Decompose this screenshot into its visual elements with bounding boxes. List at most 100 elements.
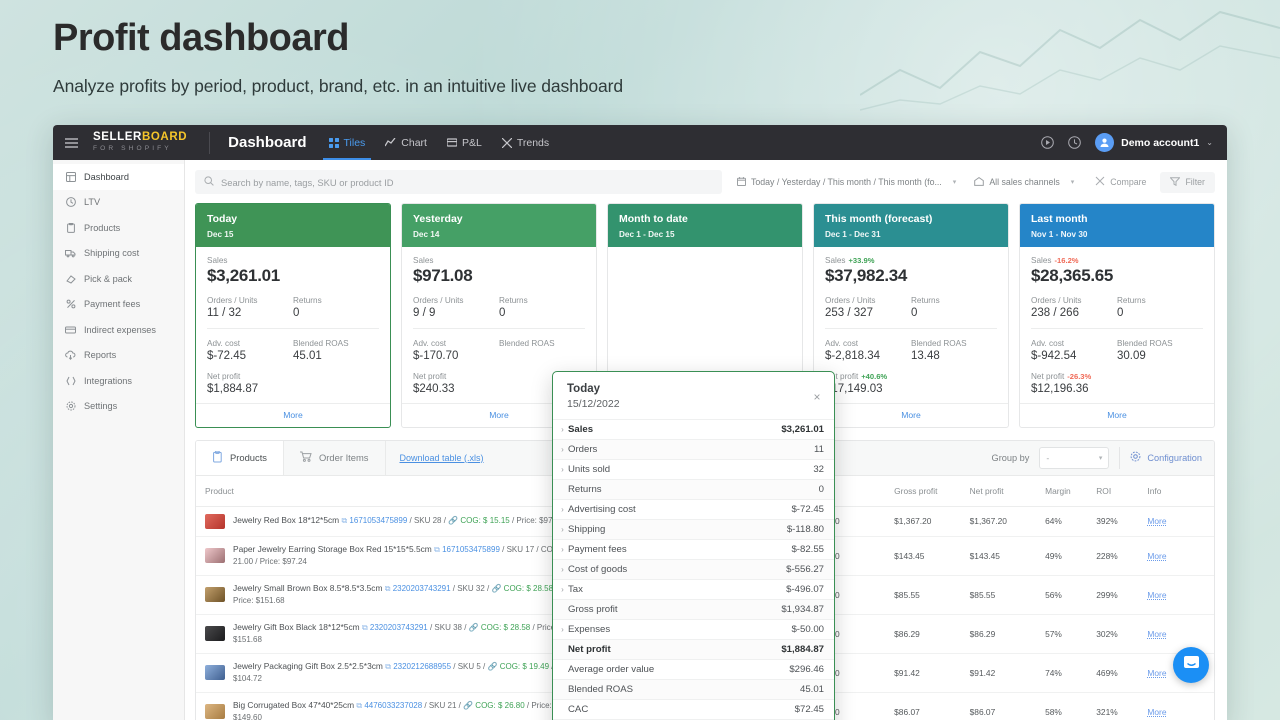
kpi-tile-last-month[interactable]: Last month Nov 1 - Nov 30 Sales-16.2% $2… <box>1019 203 1215 428</box>
popup-row-cost-of-goods[interactable]: › Cost of goods $-556.27 <box>553 559 834 579</box>
tab-trends-label: Trends <box>517 137 549 149</box>
panel-tab-products[interactable]: Products <box>196 441 284 475</box>
product-price: Price: $97.24 <box>260 557 307 566</box>
truck-icon <box>65 248 76 259</box>
brand-logo[interactable]: SELLERBOARD FOR SHOPIFY <box>89 132 209 152</box>
popup-row-label: Sales <box>568 424 781 435</box>
play-circle-icon[interactable] <box>1041 136 1054 149</box>
popup-row-blended-roas: Blended ROAS 45.01 <box>553 679 834 699</box>
expand-chevron-icon[interactable]: › <box>557 525 568 534</box>
popup-row-sales[interactable]: › Sales $3,261.01 <box>553 419 834 439</box>
tile-more-link[interactable]: More <box>196 403 390 427</box>
row-more-link[interactable]: More <box>1147 551 1166 561</box>
tab-tiles[interactable]: Tiles <box>327 125 368 160</box>
account-menu[interactable]: Demo account1 ⌄ <box>1095 133 1213 152</box>
copy-icon[interactable]: ⧉ <box>362 623 368 632</box>
chevron-down-icon: ▾ <box>1099 454 1103 462</box>
popup-row-expenses[interactable]: › Expenses $-50.00 <box>553 619 834 639</box>
sales-channel-selector[interactable]: All sales channels ▾ <box>967 173 1081 192</box>
download-table-link[interactable]: Download table (.xls) <box>386 453 498 463</box>
popup-row-shipping[interactable]: › Shipping $-118.80 <box>553 519 834 539</box>
tab-pl[interactable]: P&L <box>445 125 484 160</box>
date-range-selector[interactable]: Today / Yesterday / This month / This mo… <box>730 173 963 192</box>
sidebar-label-dashboard: Dashboard <box>84 172 129 182</box>
chat-bubble-button[interactable] <box>1173 647 1209 683</box>
popup-row-payment-fees[interactable]: › Payment fees $-82.55 <box>553 539 834 559</box>
filter-button[interactable]: Filter <box>1160 172 1215 193</box>
expand-chevron-icon[interactable]: › <box>557 505 568 514</box>
popup-row-average-order-value: Average order value $296.46 <box>553 659 834 679</box>
col-net-profit[interactable]: Net profit <box>961 476 1036 507</box>
popup-row-units-sold[interactable]: › Units sold 32 <box>553 459 834 479</box>
link-icon[interactable]: 🔗 <box>469 623 479 632</box>
link-icon[interactable]: 🔗 <box>488 662 498 671</box>
col-info[interactable]: Info <box>1138 476 1214 507</box>
sidebar-item-shipping-cost[interactable]: Shipping cost <box>53 241 184 267</box>
chart-line-icon <box>385 138 396 147</box>
kpi-tile-this-month-forecast[interactable]: This month (forecast) Dec 1 - Dec 31 Sal… <box>813 203 1009 428</box>
row-more-link[interactable]: More <box>1147 668 1166 678</box>
product-barcode[interactable]: 2320212688955 <box>393 662 451 671</box>
orders-label: Orders / Units <box>1031 296 1117 305</box>
col-margin[interactable]: Margin <box>1036 476 1087 507</box>
link-icon[interactable]: 🔗 <box>448 516 458 525</box>
row-more-link[interactable]: More <box>1147 707 1166 717</box>
sidebar-item-settings[interactable]: Settings <box>53 394 184 420</box>
col-product[interactable]: Product <box>196 476 586 507</box>
hamburger-menu-icon[interactable] <box>53 138 89 148</box>
col-roi[interactable]: ROI <box>1087 476 1138 507</box>
compare-button[interactable]: Compare <box>1085 171 1156 193</box>
popup-row-tax[interactable]: › Tax $-496.07 <box>553 579 834 599</box>
popup-row-advertising-cost[interactable]: › Advertising cost $-72.45 <box>553 499 834 519</box>
tile-title: Today <box>207 213 379 226</box>
copy-icon[interactable]: ⧉ <box>341 516 347 525</box>
sidebar-item-pick-pack[interactable]: Pick & pack <box>53 266 184 292</box>
copy-icon[interactable]: ⧉ <box>434 545 440 554</box>
expand-chevron-icon[interactable]: › <box>557 445 568 454</box>
expand-chevron-icon[interactable]: › <box>557 545 568 554</box>
expand-chevron-icon[interactable]: › <box>557 425 568 434</box>
kpi-tile-today[interactable]: Today Dec 15 Sales $3,261.01 Orders / Un… <box>195 203 391 428</box>
link-icon[interactable]: 🔗 <box>491 584 501 593</box>
copy-icon[interactable]: ⧉ <box>385 662 391 671</box>
tab-chart[interactable]: Chart <box>383 125 429 160</box>
orders-returns-row: Orders / Units 9 / 9 Returns 0 <box>413 296 585 319</box>
popup-row-orders[interactable]: › Orders 11 <box>553 439 834 459</box>
panel-tab-order-items[interactable]: Order Items <box>284 441 386 475</box>
sidebar-item-payment-fees[interactable]: Payment fees <box>53 292 184 318</box>
search-input[interactable]: Search by name, tags, SKU or product ID <box>195 170 722 194</box>
expand-chevron-icon[interactable]: › <box>557 625 568 634</box>
sidebar-item-indirect-expenses[interactable]: Indirect expenses <box>53 317 184 343</box>
copy-icon[interactable]: ⧉ <box>356 701 362 710</box>
sidebar-label-pick-pack: Pick & pack <box>84 274 132 284</box>
col-gross-profit[interactable]: Gross profit <box>885 476 960 507</box>
sidebar-item-ltv[interactable]: LTV <box>53 190 184 216</box>
product-barcode[interactable]: 2320203743291 <box>370 623 428 632</box>
product-barcode[interactable]: 1671053475899 <box>442 545 500 554</box>
sales-label: Sales <box>207 256 379 265</box>
filter-icon <box>1170 177 1180 188</box>
tile-more-link[interactable]: More <box>1020 403 1214 427</box>
expand-chevron-icon[interactable]: › <box>557 565 568 574</box>
product-barcode[interactable]: 1671053475899 <box>349 516 407 525</box>
sidebar-item-integrations[interactable]: Integrations <box>53 368 184 394</box>
close-icon[interactable]: × <box>810 390 824 404</box>
expand-chevron-icon[interactable]: › <box>557 585 568 594</box>
sidebar-item-dashboard[interactable]: Dashboard <box>53 164 184 190</box>
row-more-link[interactable]: More <box>1147 516 1166 526</box>
expand-chevron-icon[interactable]: › <box>557 465 568 474</box>
link-icon[interactable]: 🔗 <box>463 701 473 710</box>
row-more-link[interactable]: More <box>1147 590 1166 600</box>
clock-icon[interactable] <box>1068 136 1081 149</box>
configuration-button[interactable]: Configuration <box>1130 451 1202 464</box>
sidebar-item-products[interactable]: Products <box>53 215 184 241</box>
sidebar-item-reports[interactable]: Reports <box>53 343 184 369</box>
copy-icon[interactable]: ⧉ <box>385 584 391 593</box>
product-barcode[interactable]: 2320203743291 <box>393 584 451 593</box>
tab-trends[interactable]: Trends <box>500 125 551 160</box>
product-barcode[interactable]: 4476033237028 <box>364 701 422 710</box>
group-by-select[interactable]: - ▾ <box>1039 447 1109 469</box>
tile-more-link[interactable]: More <box>814 403 1008 427</box>
returns-value: 0 <box>293 307 379 319</box>
row-more-link[interactable]: More <box>1147 629 1166 639</box>
